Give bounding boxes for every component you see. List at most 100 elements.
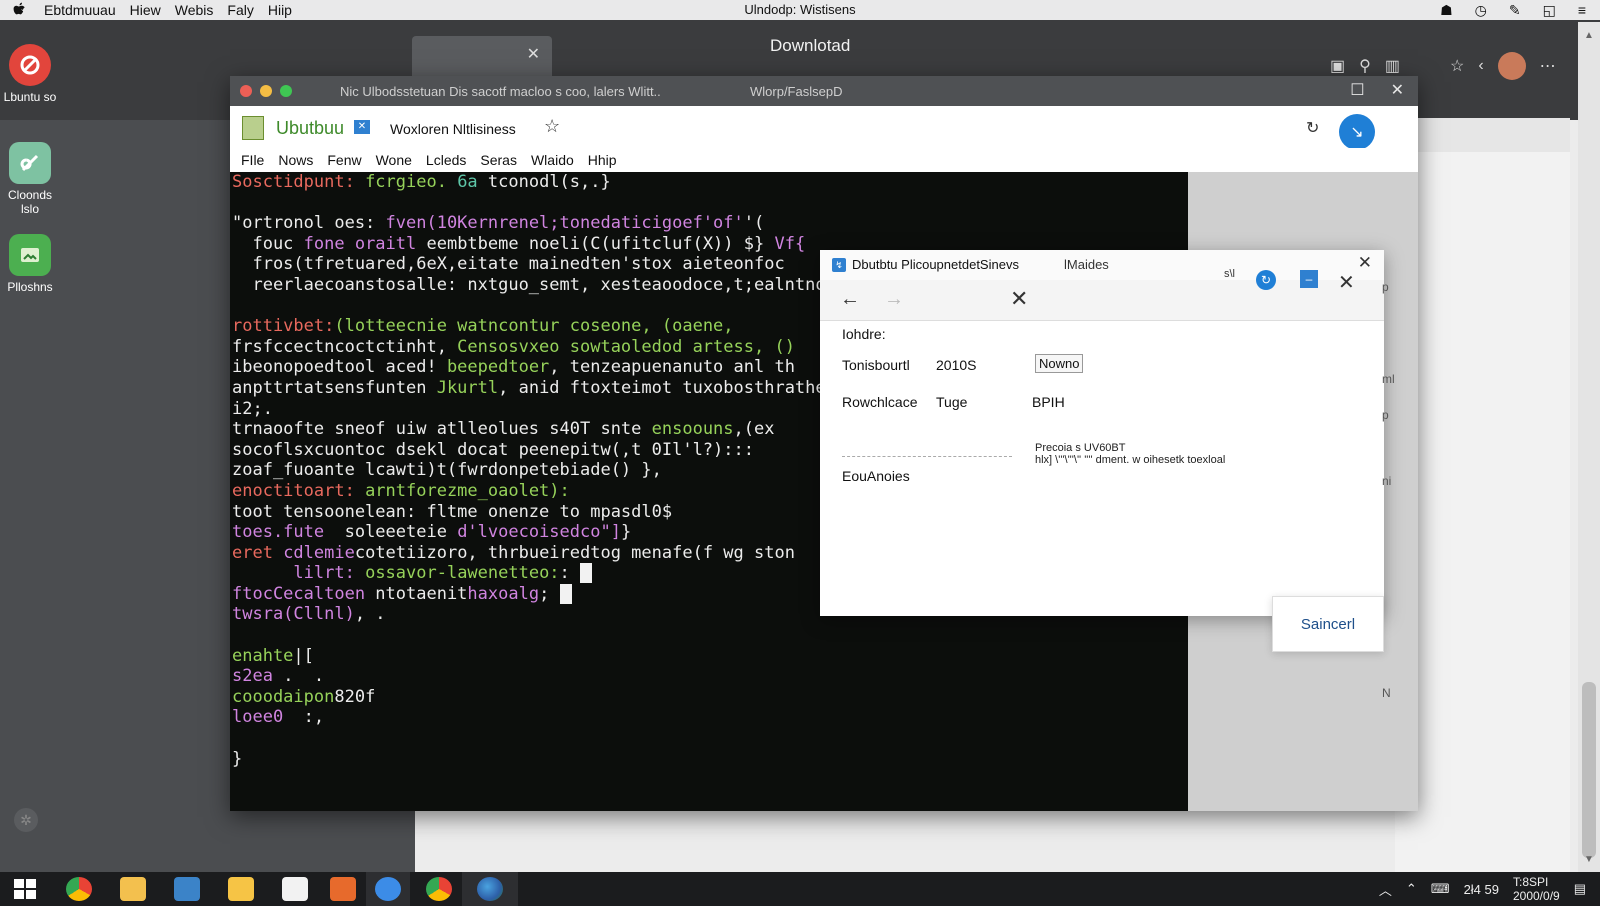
app-badge-icon: ✕	[354, 120, 370, 134]
folder-icon[interactable]	[228, 877, 254, 901]
star-icon[interactable]: ☆	[1450, 56, 1464, 76]
globe-app-highlight[interactable]	[462, 872, 518, 906]
close-tab-icon[interactable]: ✕	[527, 44, 540, 64]
pin-icon[interactable]: ⚲	[1359, 56, 1371, 76]
terminal-segment: ossavor-lawenetteo:	[354, 563, 560, 584]
terminal-segment: arntforezme_oaolet):	[354, 480, 570, 501]
columns-icon[interactable]: ▥	[1385, 56, 1400, 76]
menu-news[interactable]: Nows	[278, 148, 313, 172]
scroll-up-icon[interactable]: ▲	[1584, 30, 1594, 41]
terminal-segment: ensoouns	[651, 419, 734, 440]
maximize-window-button[interactable]	[280, 85, 292, 97]
scrollbar-thumb[interactable]	[1582, 682, 1596, 858]
menu-fenw[interactable]: Fenw	[327, 148, 361, 172]
clear-icon[interactable]: ✕	[1010, 286, 1028, 312]
desktop-icon-label: Plloshns	[7, 280, 53, 294]
minimize-icon[interactable]: –	[1300, 270, 1318, 288]
document-name[interactable]: Woxloren Nltlisiness	[390, 121, 516, 137]
menu-item-fally[interactable]: Faly	[227, 2, 253, 18]
menu-wone[interactable]: Wone	[376, 148, 412, 172]
terminal-line: ftocCecaltoen ntotaenithaxoalg;	[232, 583, 826, 605]
terminal-line: toot tensoonelean: fltme onenze to mpasd…	[232, 502, 826, 523]
terminal-segment: 820f	[334, 686, 376, 707]
favorite-star-icon[interactable]: ☆	[544, 116, 560, 137]
photos-app-icon[interactable]	[174, 877, 200, 901]
close-icon[interactable]: ✕	[1391, 80, 1404, 100]
terminal-segment: s2ea	[232, 666, 273, 687]
dialog-toolbar-close-icon[interactable]: ✕	[1338, 270, 1355, 295]
row1-select[interactable]: Nowno	[1035, 354, 1084, 373]
menu-help[interactable]: Hhip	[588, 148, 617, 172]
side-letter: N	[1382, 686, 1391, 700]
quote-icon[interactable]: ‹	[1478, 57, 1483, 75]
menu-leds[interactable]: Lcleds	[426, 148, 466, 172]
dialog-tool-label[interactable]: s\l	[1224, 268, 1235, 280]
tray-number: 2ł4 59	[1463, 881, 1499, 897]
clock[interactable]: T:8SPI 2000/0/9	[1513, 875, 1560, 903]
menu-file[interactable]: FIle	[241, 148, 264, 172]
terminal-segment: rottivbet:	[232, 316, 335, 337]
terminal-cursor	[559, 583, 572, 604]
submit-button[interactable]: Saincerl	[1272, 596, 1384, 652]
terminal-line: enahte|[	[232, 646, 826, 667]
html-editor-icon[interactable]	[330, 877, 356, 901]
terminal-segment: soleeeteie	[324, 522, 458, 543]
menu-item-webs[interactable]: Webis	[175, 2, 214, 18]
terminal-segment: Jkurtl	[436, 377, 499, 398]
network-icon[interactable]: ⌃	[1406, 881, 1417, 897]
terminal-segment: , tenzeapuenanuto anl th	[549, 357, 795, 378]
desktop-icon-clouds[interactable]: Cloonds lslo	[0, 142, 60, 216]
file-explorer-icon[interactable]	[120, 877, 146, 901]
browser-tab[interactable]: ✕	[412, 36, 552, 76]
terminal-segment: reerlaecoanstosalle: nxtguo_semt, xestea…	[232, 274, 826, 295]
notifications-icon[interactable]: ▤	[1574, 881, 1586, 897]
user-icon[interactable]: ☗	[1440, 2, 1453, 19]
chrome-icon[interactable]	[66, 877, 92, 901]
notepad-icon[interactable]	[282, 877, 308, 901]
tools-icon[interactable]: ✎	[1509, 2, 1521, 19]
sync-icon[interactable]: ↻	[1256, 270, 1276, 290]
right-panel-header	[1395, 118, 1570, 152]
chrome-icon-2[interactable]	[426, 877, 452, 901]
note-line-1: Precoia s UV60BT	[1035, 442, 1126, 454]
active-app-highlight[interactable]	[366, 872, 410, 906]
desktop-icon-photos[interactable]: Plloshns	[0, 234, 60, 294]
back-arrow-icon[interactable]: ←	[840, 288, 860, 311]
dialog-divider	[842, 456, 1012, 457]
terminal-segment: }	[620, 522, 632, 543]
forward-arrow-icon[interactable]: →	[884, 288, 904, 311]
menu-window[interactable]: Wlaido	[531, 148, 574, 172]
apple-icon[interactable]	[10, 0, 30, 20]
minimize-window-button[interactable]	[260, 85, 272, 97]
scroll-down-icon[interactable]: ▼	[1584, 854, 1594, 865]
terminal-line: toes.fute soleeeteie d'lvoecoisedco"]}	[232, 522, 826, 543]
close-window-button[interactable]	[240, 85, 252, 97]
system-menubar: Ebtdmuuau Hiew Webis Faly Hiip Ulndodp: …	[0, 0, 1600, 20]
restore-icon[interactable]: ☐	[1350, 80, 1364, 100]
menu-seras[interactable]: Seras	[480, 148, 517, 172]
tray-overflow-icon[interactable]: ︿	[1379, 880, 1392, 899]
app-menubar: FIle Nows Fenw Wone Lcleds Seras Wlaido …	[230, 148, 1418, 172]
terminal-segment: cotetiizoro, thrbueiredtog menafe(f wg s…	[354, 542, 795, 563]
clock-icon[interactable]: ◷	[1475, 2, 1487, 19]
start-windows-icon[interactable]	[12, 877, 38, 901]
refresh-icon[interactable]: ↻	[1306, 118, 1319, 138]
keyboard-icon[interactable]: ⌨	[1431, 881, 1450, 897]
ubuntu-icon	[9, 44, 51, 86]
avatar[interactable]	[1497, 52, 1526, 80]
menu-item-help[interactable]: Hiip	[268, 2, 292, 18]
menu-item-view[interactable]: Hiew	[130, 2, 161, 18]
terminal-line: rottivbet:(lotteecnie watncontur coseone…	[232, 316, 826, 337]
dialog-note: Precoia s UV60BT hlx] \'''\'''\'' '''' d…	[1035, 442, 1365, 466]
desktop-icon-ubuntu[interactable]: Lbuntu so	[0, 44, 60, 104]
browser-scrollbar[interactable]: ▲ ▼	[1578, 22, 1600, 872]
tab-grid-icon[interactable]: ▣	[1330, 56, 1345, 76]
settings-gear-icon[interactable]: ✲	[14, 808, 38, 832]
more-icon[interactable]: ⋯	[1540, 56, 1556, 76]
menu-item-app[interactable]: Ebtdmuuau	[44, 2, 116, 18]
menu-lines-icon[interactable]: ≡	[1578, 2, 1586, 18]
window-icon[interactable]: ◱	[1543, 2, 1556, 19]
action-fab-button[interactable]: ↘	[1339, 114, 1375, 150]
dialog-close-icon[interactable]: ✕	[1358, 253, 1372, 273]
